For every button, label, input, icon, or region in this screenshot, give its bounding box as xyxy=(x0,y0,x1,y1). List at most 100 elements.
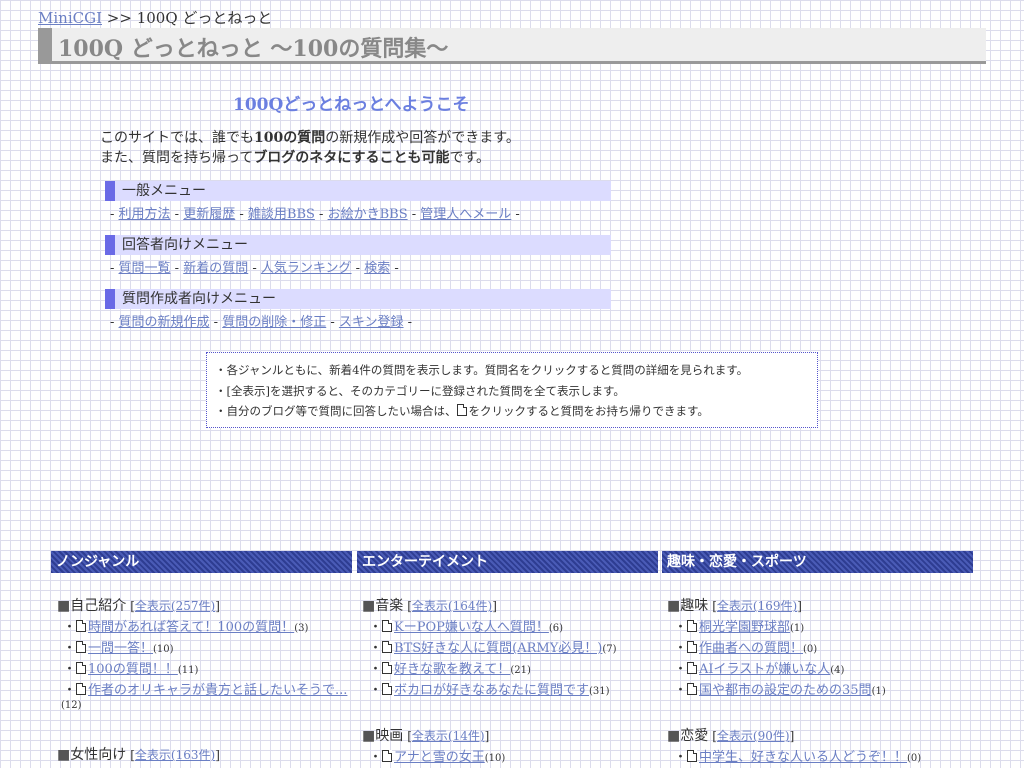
creator-menu-header: 質問作成者向けメニュー xyxy=(105,289,611,309)
question-link[interactable]: 桐光学園野球部 xyxy=(699,620,790,635)
menu-link-question-list[interactable]: 質問一覧 xyxy=(119,261,171,276)
question-link[interactable]: 好きな歌を教えて！ xyxy=(394,662,510,677)
intro-line2-a: また、質問を持ち帰って xyxy=(100,150,254,166)
square-bullet: ■ xyxy=(57,598,71,614)
dot: ・ xyxy=(63,620,77,635)
category-women: ■女性向け [全表示(163件)] xyxy=(57,744,220,764)
question-link[interactable]: 国や都市の設定のための35問 xyxy=(699,683,872,698)
document-icon[interactable] xyxy=(687,683,698,695)
menu-link-new-questions[interactable]: 新着の質問 xyxy=(183,261,248,276)
question-row: ・ AIイラストが嫌いな人(4) xyxy=(674,658,844,677)
menu-link-mail-admin[interactable]: 管理人へメール xyxy=(420,207,511,222)
genre-title: 趣味・恋愛・スポーツ xyxy=(667,554,807,570)
document-icon[interactable] xyxy=(687,750,698,762)
dot: ・ xyxy=(674,620,688,635)
document-icon[interactable] xyxy=(687,641,698,653)
bracket: ] xyxy=(492,599,497,613)
show-all-link[interactable]: 全表示(169件) xyxy=(717,599,797,613)
bracket: ] xyxy=(215,748,220,762)
document-icon[interactable] xyxy=(382,620,393,632)
sep: - xyxy=(407,207,421,222)
question-link[interactable]: 一問一答！ xyxy=(88,641,153,656)
question-row: ・国や都市の設定のための35問(1) xyxy=(674,679,886,698)
intro-line2-bold: ブログのネタにすることも可能 xyxy=(253,150,450,166)
dot: ・ xyxy=(369,620,383,635)
question-link[interactable]: 中学生、好きな人いる人どうぞ！！ xyxy=(699,750,907,765)
menu-link-oekaki-bbs[interactable]: お絵かきBBS xyxy=(328,207,408,222)
breadcrumb-home-link[interactable]: MiniCGI xyxy=(38,9,102,27)
square-bullet: ■ xyxy=(667,728,681,744)
category-movie: ■映画 [全表示(14件)] xyxy=(362,725,489,745)
menu-link-edit-delete[interactable]: 質問の削除・修正 xyxy=(222,315,326,330)
document-icon[interactable] xyxy=(687,620,698,632)
document-icon[interactable] xyxy=(382,750,393,762)
genre-header-entertainment: エンターテイメント xyxy=(357,551,658,573)
sep: - xyxy=(209,315,223,330)
answer-count: (12) xyxy=(61,700,82,711)
question-link[interactable]: KーPOP嫌いな人へ質問！ xyxy=(394,620,549,635)
question-row: ・作者のオリキャラが貴方と話したいそうで... xyxy=(63,679,347,698)
sep: - xyxy=(403,315,413,330)
genre-header-hobby: 趣味・恋愛・スポーツ xyxy=(662,551,973,573)
question-link[interactable]: 100の質問！！ xyxy=(88,662,178,677)
category-love: ■恋愛 [全表示(90件)] xyxy=(667,725,794,745)
sep: - xyxy=(511,207,520,222)
menu-marker xyxy=(105,289,115,309)
sep: - xyxy=(110,207,119,222)
genre-title: ノンジャンル xyxy=(56,554,140,570)
notice-line-2: ・[全表示]を選択すると、そのカテゴリーに登録された質問を全て表示します。 xyxy=(215,384,625,398)
sep: - xyxy=(390,261,399,276)
question-row: ・ KーPOP嫌いな人へ質問！(6) xyxy=(369,616,563,635)
question-row: ・ 100の質問！！(11) xyxy=(63,658,198,677)
question-link[interactable]: 作者のオリキャラが貴方と話したいそうで... xyxy=(88,683,347,698)
dot: ・ xyxy=(674,662,688,677)
menu-link-usage[interactable]: 利用方法 xyxy=(119,207,171,222)
question-row: ・好きな歌を教えて！(21) xyxy=(369,658,531,677)
document-icon[interactable] xyxy=(687,662,698,674)
answerer-menu-header: 回答者向けメニュー xyxy=(105,235,611,255)
sep: - xyxy=(170,207,184,222)
show-all-link[interactable]: 全表示(163件) xyxy=(135,748,215,762)
notice-line-3: ・自分のブログ等で質問に回答したい場合は、 をクリックすると質問をお持ち帰りできま… xyxy=(215,403,709,419)
document-icon[interactable] xyxy=(382,683,393,695)
menu-link-ranking[interactable]: 人気ランキング xyxy=(261,261,352,276)
document-icon[interactable] xyxy=(76,641,87,653)
show-all-link[interactable]: 全表示(14件) xyxy=(412,729,485,743)
answerer-menu-title: 回答者向けメニュー xyxy=(122,237,248,253)
answer-count: (7) xyxy=(602,644,617,655)
sep: - xyxy=(326,315,339,330)
bracket: ] xyxy=(797,599,802,613)
question-link[interactable]: 作曲者への質問！ xyxy=(699,641,803,656)
answer-count: (1) xyxy=(790,623,805,634)
show-all-link[interactable]: 全表示(257件) xyxy=(135,599,215,613)
category-music: ■音楽 [全表示(164件)] xyxy=(362,595,497,615)
question-link[interactable]: 時間があれば答えて！100の質問！ xyxy=(88,620,294,635)
question-link[interactable]: アナと雪の女王 xyxy=(394,750,485,765)
document-icon[interactable] xyxy=(76,683,87,695)
document-icon[interactable] xyxy=(76,620,87,632)
intro-line1-bold: 100の質問 xyxy=(254,130,326,146)
category-hobby: ■趣味 [全表示(169件)] xyxy=(667,595,802,615)
answer-count: (10) xyxy=(484,753,506,764)
document-icon xyxy=(456,404,467,416)
intro-line1-a: このサイトでは、誰でも xyxy=(100,130,254,146)
question-link[interactable]: BTS好きな人に質問(ARMY必見！) xyxy=(394,641,602,656)
document-icon[interactable] xyxy=(382,641,393,653)
creator-menu-title: 質問作成者向けメニュー xyxy=(122,291,276,307)
welcome-heading: 100Qどっとねっとへようこそ xyxy=(233,95,470,115)
question-link[interactable]: AIイラストが嫌いな人 xyxy=(699,662,830,677)
menu-link-search[interactable]: 検索 xyxy=(364,261,390,276)
question-link[interactable]: ボカロが好きなあなたに質問です xyxy=(394,683,589,698)
menu-link-history[interactable]: 更新履歴 xyxy=(183,207,235,222)
document-icon[interactable] xyxy=(382,662,393,674)
sep: - xyxy=(235,207,248,222)
show-all-link[interactable]: 全表示(164件) xyxy=(412,599,492,613)
menu-link-new-question[interactable]: 質問の新規作成 xyxy=(119,315,210,330)
show-all-link[interactable]: 全表示(90件) xyxy=(717,729,790,743)
intro-line2-c: です。 xyxy=(449,150,491,166)
document-icon[interactable] xyxy=(76,662,87,674)
page-title: 100Q どっとねっと ～100の質問集～ xyxy=(58,36,449,62)
answer-count: (11) xyxy=(177,665,199,676)
menu-link-skin-register[interactable]: スキン登録 xyxy=(339,315,404,330)
menu-link-chat-bbs[interactable]: 雑談用BBS xyxy=(248,207,315,222)
